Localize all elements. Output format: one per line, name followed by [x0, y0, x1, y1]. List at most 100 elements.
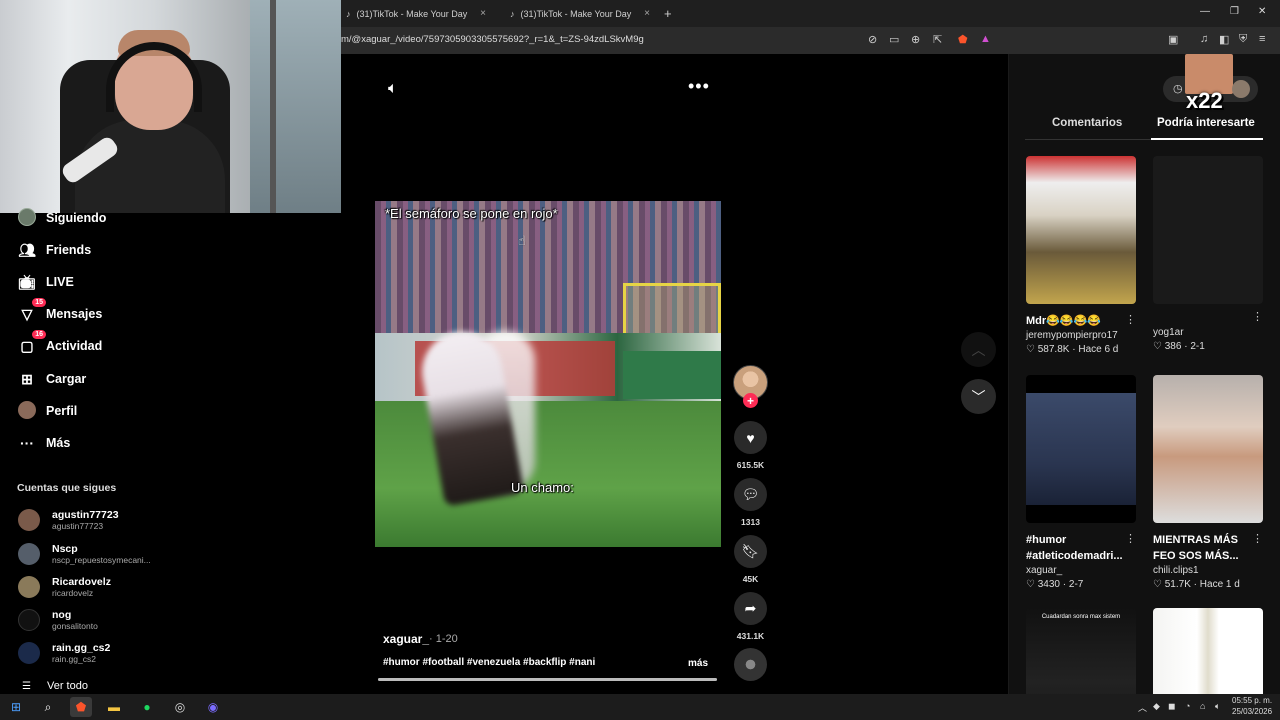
vpn-icon[interactable]: ⛨	[1239, 33, 1247, 46]
system-clock[interactable]: 05:55 p. m. 25/03/2026	[1232, 695, 1272, 717]
obs-icon[interactable]: ◎	[169, 697, 191, 717]
avatar	[18, 509, 40, 531]
kebab-icon[interactable]: ⋮	[1252, 532, 1263, 545]
suggested-video-card[interactable]: #humor #atleticodemadri... ⋮ xaguar_ ♡ 34…	[1026, 375, 1136, 592]
pitch	[375, 401, 721, 547]
video-caption-bottom: Un chamo:	[511, 480, 574, 495]
restore-icon[interactable]: ❐	[1230, 6, 1239, 17]
video-thumbnail[interactable]	[1153, 608, 1263, 694]
share-icon[interactable]: ⇱	[933, 33, 942, 46]
like-button[interactable]: ♥	[734, 421, 767, 454]
video-player[interactable]	[375, 201, 721, 547]
panel-icon[interactable]: ◧	[1219, 33, 1229, 46]
sidebar-item-live[interactable]: 📺︎ LIVE	[18, 270, 74, 294]
plus-icon[interactable]: +	[664, 6, 672, 21]
sidebar-item-activity[interactable]: ▢ 16 Actividad	[18, 329, 102, 358]
profile-avatar-icon	[18, 400, 36, 422]
save-button[interactable]: 🔖︎	[734, 535, 767, 568]
suggested-video-card[interactable]: Cuadardan sonra max sistem	[1026, 608, 1136, 694]
avatar	[18, 609, 40, 631]
tab-comments[interactable]: Comentarios	[1052, 117, 1122, 129]
kebab-icon[interactable]: ⋮	[1125, 313, 1136, 326]
suggested-video-card[interactable]: Mdr😂😂😂😂 ⋮ jeremypompierpro17 ♡ 587.8K · H…	[1026, 156, 1136, 357]
file-explorer-icon[interactable]: ▬	[103, 697, 125, 717]
sidebar-item-upload[interactable]: ⊞ Cargar	[18, 367, 86, 391]
sidebar-item-more[interactable]: ··· Más	[18, 431, 70, 455]
save-count: 45K	[742, 574, 759, 584]
more-options-icon[interactable]: •••	[688, 76, 710, 97]
spotify-icon[interactable]: ●	[136, 697, 158, 717]
followed-account[interactable]: rain.gg_cs2 rain.gg_cs2	[18, 638, 168, 668]
tab-suggested[interactable]: Podría interesarte	[1157, 117, 1255, 129]
windows-start-icon[interactable]: ⊞	[5, 697, 27, 717]
overlay-text: x22	[1186, 88, 1223, 113]
sidebar-toggle-icon[interactable]: ▣	[1168, 33, 1178, 46]
brave-browser-icon[interactable]: ⬟	[70, 697, 92, 717]
avatar[interactable]	[1232, 80, 1250, 98]
followed-account[interactable]: Nscp nscp_repuestosymecani...	[18, 539, 168, 569]
search-icon[interactable]: ⌕	[37, 697, 59, 717]
cast-icon[interactable]: ▭	[889, 33, 899, 46]
author-name[interactable]: xaguar_	[383, 632, 429, 646]
live-icon: 📺︎	[18, 273, 36, 290]
close-icon[interactable]: ×	[480, 8, 486, 19]
sidebar-item-profile[interactable]: Perfil	[18, 399, 77, 423]
kebab-icon[interactable]: ⋮	[1125, 532, 1136, 545]
followed-account[interactable]: Ricardovelz ricardovelz	[18, 572, 168, 602]
video-thumbnail[interactable]	[1153, 375, 1263, 523]
video-thumbnail[interactable]	[1026, 156, 1136, 304]
video-caption-top: *El semáforo se pone en rojo*	[385, 206, 558, 221]
sidebar-item-following[interactable]: Siguiendo	[18, 206, 106, 230]
video-thumbnail[interactable]: Cuadardan sonra max sistem	[1026, 608, 1136, 694]
rewards-icon[interactable]: ▲	[980, 33, 991, 45]
followed-account[interactable]: agustin77723 agustin77723	[18, 505, 168, 535]
menu-icon[interactable]: ≡	[1259, 33, 1265, 45]
tray-app-icon[interactable]: ◆	[1153, 701, 1160, 712]
comment-icon: 💬︎	[741, 486, 760, 502]
discord-icon[interactable]: ◉	[202, 697, 224, 717]
kebab-icon[interactable]: ⋮	[1252, 310, 1263, 323]
more-link[interactable]: más	[688, 658, 708, 669]
minimize-icon[interactable]: —	[1200, 6, 1210, 17]
video-description[interactable]: #humor #football #venezuela #backflip #n…	[383, 657, 595, 668]
suggested-video-card[interactable]: MIENTRAS MÁS FEO SOS MÁS... ⋮ chili.clips…	[1153, 375, 1263, 592]
speaker-icon[interactable]: 🔈︎	[1215, 701, 1220, 712]
comment-button[interactable]: 💬︎	[734, 478, 767, 511]
timer-icon[interactable]: ◷	[1173, 82, 1183, 95]
heart-outline-icon: ♡	[1153, 579, 1162, 590]
suggested-video-card[interactable]: ⋮ yog1ar ♡ 386 · 2-1	[1153, 156, 1263, 354]
suggested-video-card[interactable]	[1153, 608, 1263, 694]
follow-plus-icon[interactable]: +	[743, 393, 758, 408]
share-button[interactable]: ➦	[734, 592, 767, 625]
video-progress-bar[interactable]	[378, 678, 717, 681]
more-icon: ···	[20, 435, 34, 451]
browser-tab[interactable]: ♪ (31)TikTok - Make Your Day ×	[336, 2, 496, 25]
url-field[interactable]: m/@xaguar_/video/7597305903305575692?_r=…	[341, 34, 644, 45]
tab-label: (31)TikTok - Make Your Day	[356, 8, 468, 19]
tray-app-icon[interactable]: ◼	[1168, 701, 1175, 712]
brave-shield-icon[interactable]: ⬟	[958, 33, 968, 46]
sidebar-item-messages[interactable]: ▽ 15 Mensajes	[18, 297, 102, 326]
close-window-icon[interactable]: ✕	[1258, 6, 1266, 17]
tray-app-icon[interactable]: ◔	[1185, 701, 1190, 711]
share-count: 431.1K	[736, 631, 765, 641]
music-icon[interactable]: ♫	[1200, 33, 1208, 45]
tray-expand-icon[interactable]: ︿	[1138, 701, 1147, 714]
next-video-button[interactable]: ﹀	[961, 379, 996, 414]
close-icon[interactable]: ×	[644, 8, 650, 19]
network-icon[interactable]: ⌂	[1200, 701, 1205, 711]
zoom-icon[interactable]: ⊕	[911, 33, 920, 46]
volume-icon[interactable]: 🔈︎	[388, 80, 398, 98]
tab-label: (31)TikTok - Make Your Day	[520, 8, 632, 19]
followed-account[interactable]: nog gonsalitonto	[18, 605, 168, 635]
previous-video-button[interactable]: ︿	[961, 332, 996, 367]
music-disc-icon[interactable]	[734, 648, 767, 681]
sidebar-item-friends[interactable]: 👥︎ Friends	[18, 238, 91, 262]
video-thumbnail[interactable]	[1153, 156, 1263, 304]
browser-tab-active[interactable]: ♪ (31)TikTok - Make Your Day ×	[500, 2, 660, 25]
video-thumbnail[interactable]	[1026, 375, 1136, 523]
tiktok-icon: ♪	[346, 8, 351, 19]
see-all-link[interactable]: ☰ Ver todo	[22, 680, 88, 692]
friends-icon: 👥︎	[18, 241, 36, 258]
reader-icon[interactable]: ⊘	[868, 33, 877, 46]
